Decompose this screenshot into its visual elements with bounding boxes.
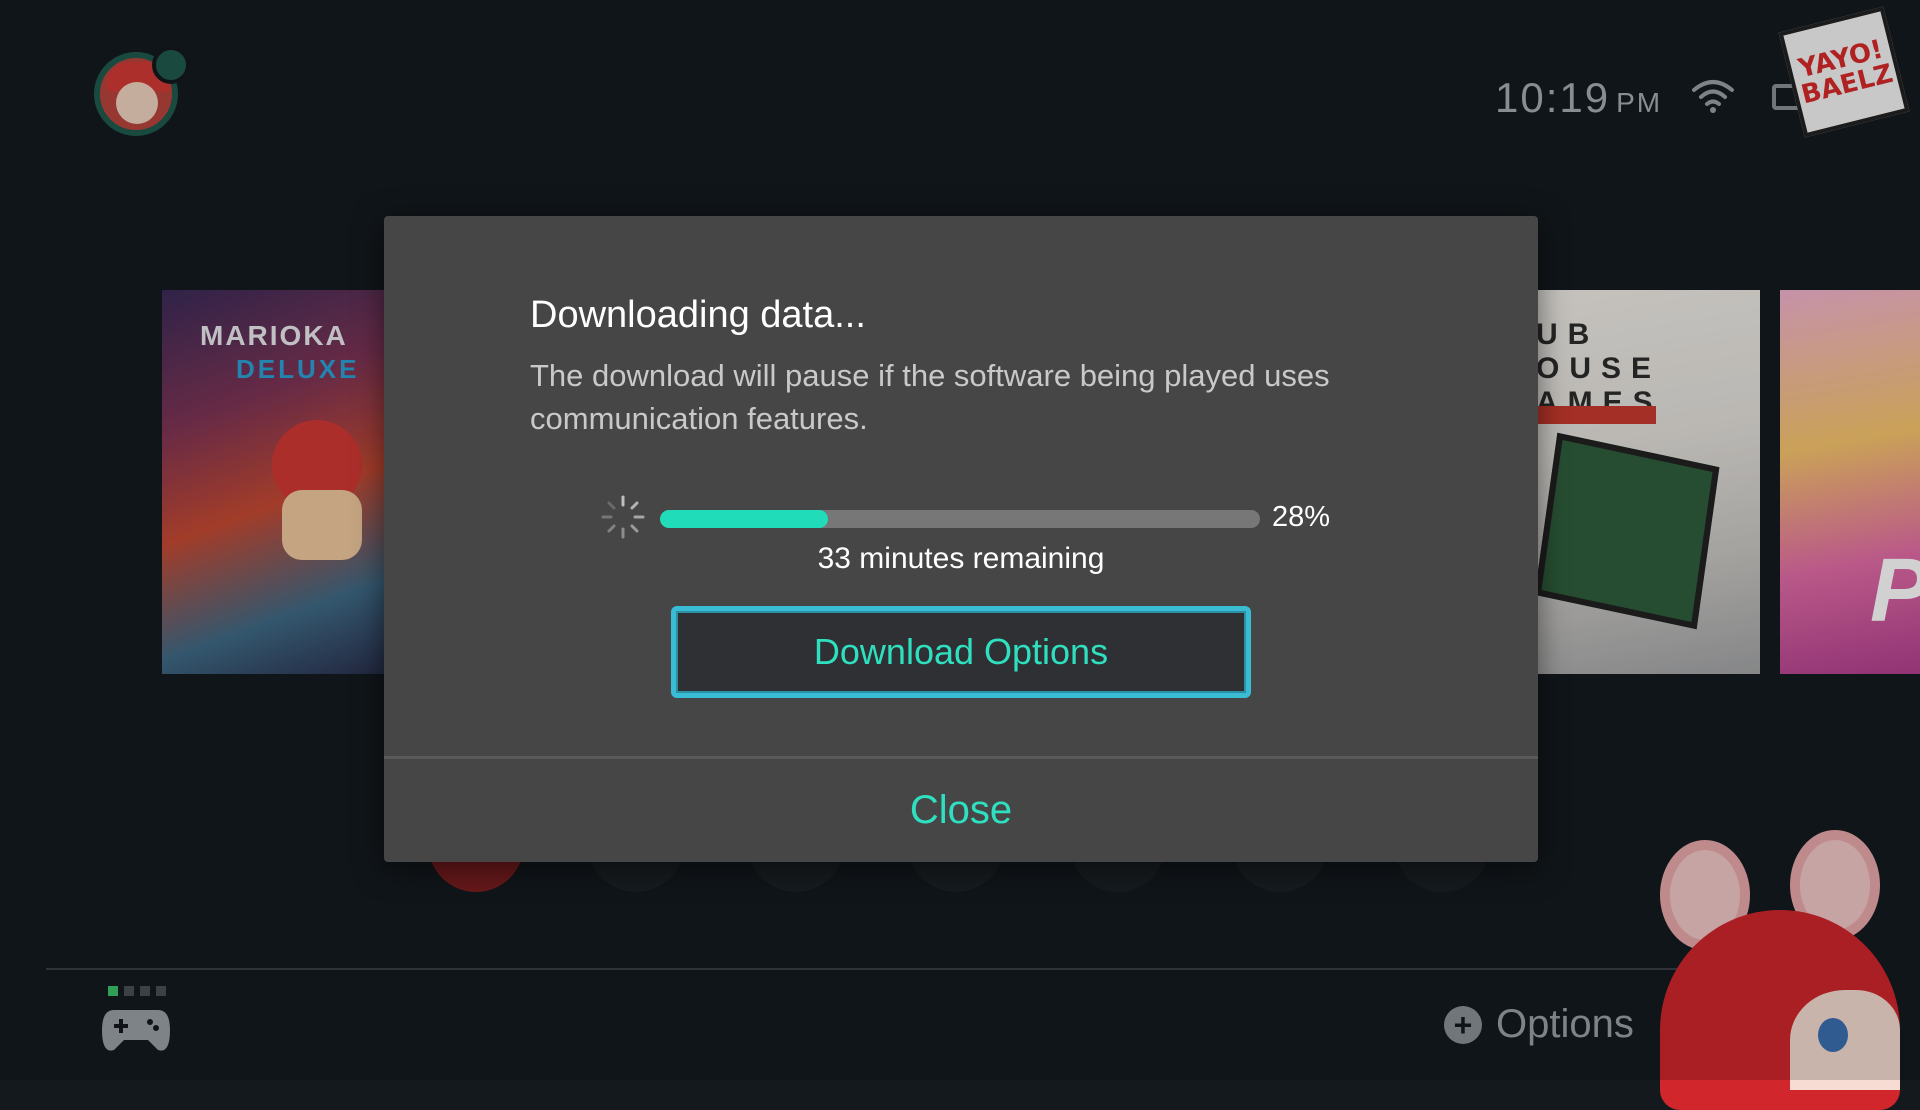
dialog-title: Downloading data... (530, 294, 866, 336)
download-dialog: Downloading data... The download will pa… (384, 216, 1538, 862)
home-screen: 10:19 PM YAYO! BAELZ MARIOKA DELUXE UB OU… (0, 0, 1920, 1110)
download-progress-bar (660, 510, 1260, 528)
download-progress-fill (660, 510, 828, 528)
progress-percent: 28% (1272, 501, 1331, 533)
spinner-icon (601, 495, 645, 539)
dialog-description: The download will pause if the software … (530, 358, 1330, 436)
close-button[interactable]: Close (384, 759, 1538, 862)
time-remaining: 33 minutes remaining (817, 542, 1105, 575)
download-options-button[interactable]: Download Options (671, 606, 1251, 698)
